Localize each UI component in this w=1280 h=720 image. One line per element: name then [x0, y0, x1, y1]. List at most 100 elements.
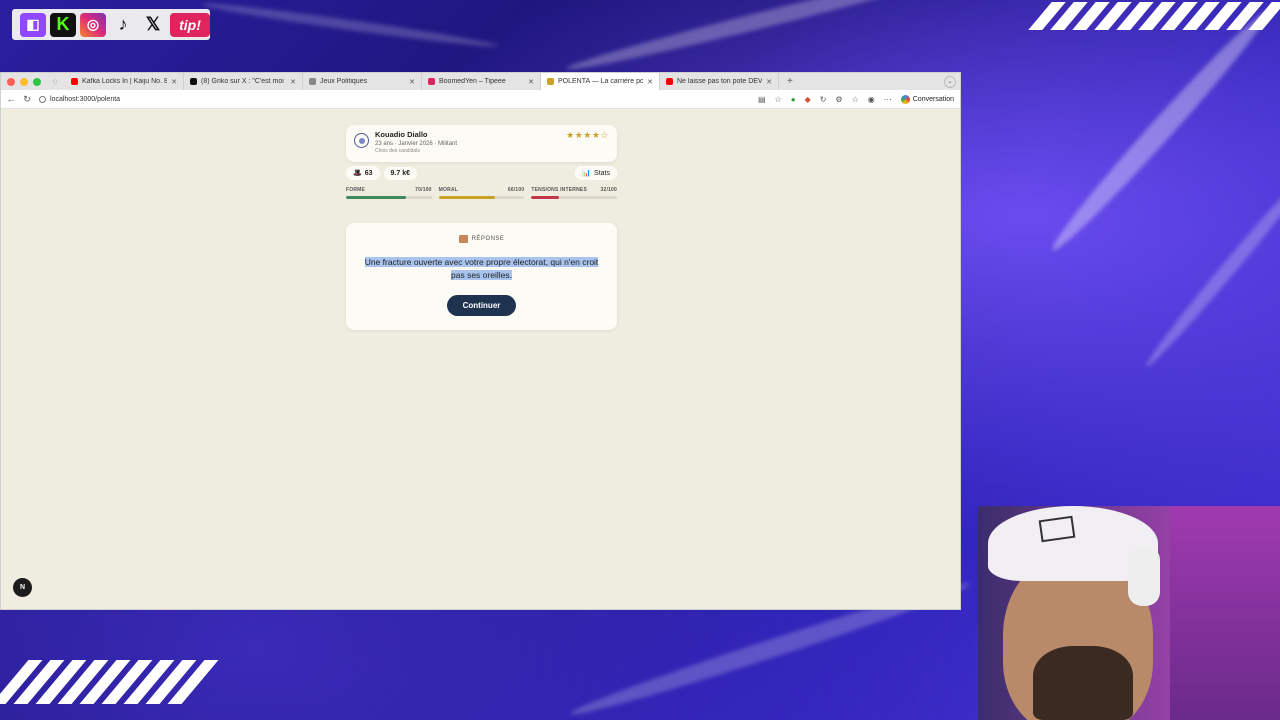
gauge-label: FORME: [346, 187, 366, 193]
gauge-track: [346, 196, 432, 199]
gauge-fill: [531, 196, 559, 199]
gauge-label: MORAL: [438, 187, 459, 193]
candidate-avatar: [354, 133, 369, 148]
gauge: TENSIONS INTERNES 32/100: [531, 187, 618, 199]
webcam-feed: [978, 506, 1280, 720]
star-rating: ★★★★☆: [566, 130, 609, 140]
bar-chart-icon: 📊: [582, 170, 592, 177]
more-menu-icon[interactable]: ⋯: [884, 95, 892, 104]
tab-favicon-icon: [71, 78, 78, 85]
back-arrow-icon[interactable]: ←: [5, 94, 17, 104]
candidate-subtitle: Choix des candidats: [375, 148, 421, 154]
stats-label: Stats: [594, 169, 610, 177]
hat-value: 63: [364, 169, 373, 177]
tab-favicon-icon: [666, 78, 673, 85]
tab-title: (8) Griko sur X : "C'est moi ou le: [201, 78, 286, 85]
headset: [1128, 546, 1160, 606]
close-tab-icon[interactable]: ✕: [290, 78, 296, 86]
browser-tab[interactable]: BoomedYen – Tipeee ✕: [422, 73, 541, 90]
background-streak: [200, 0, 500, 51]
social-bar: ◧ K ◎ ♪ 𝕏 tip!: [12, 9, 210, 40]
response-text: Une fracture ouverte avec votre propre é…: [360, 256, 604, 282]
nextjs-dev-badge[interactable]: N: [13, 578, 32, 597]
url-text[interactable]: localhost:3000/polenta: [50, 96, 120, 103]
gauge-fill: [346, 196, 406, 199]
tab-favicon-icon: [309, 78, 316, 85]
close-tab-icon[interactable]: ✕: [766, 78, 772, 86]
browser-tab[interactable]: (8) Griko sur X : "C'est moi ou le ✕: [184, 73, 303, 90]
top-hat-icon: 🎩: [353, 170, 362, 177]
close-tab-icon[interactable]: ✕: [647, 78, 653, 86]
extension-icon[interactable]: ●: [791, 95, 796, 104]
gauge-label-row: TENSIONS INTERNES 32/100: [531, 187, 617, 193]
money-value: 9.7 k€: [390, 169, 410, 177]
browser-toolbar: ← ↻ localhost:3000/polenta ▤ ☆ ● ◆ ↻ ⚙ ☆…: [1, 90, 960, 109]
tab-favicon-icon: [428, 78, 435, 85]
streamer-beard: [1033, 646, 1133, 720]
cap-logo: [1038, 515, 1076, 543]
gauge-value: 70/100: [415, 187, 432, 193]
bookmark-star-icon[interactable]: ☆: [775, 95, 782, 104]
gauges: FORME 70/100 MORAL 66/100 TENSIONS INTERNES 3…: [346, 187, 618, 199]
extensions-puzzle-icon[interactable]: ⚙: [835, 95, 842, 104]
browser-tab[interactable]: POLENTA — La carrière politique✕: [541, 73, 660, 90]
gauge-fill: [438, 196, 496, 199]
favorites-icon[interactable]: ☆: [852, 95, 859, 104]
candidate-meta: 23 ans · Janvier 2026 · Militant: [375, 141, 458, 147]
browser-tab[interactable]: Jeux Politiques ✕: [303, 73, 422, 90]
new-tab-button[interactable]: +: [779, 76, 801, 87]
tab-title: Kafka Locks In | Kaiju No. 8 - Yo: [82, 78, 167, 85]
tab-title: POLENTA — La carrière politique: [558, 78, 644, 85]
browser-tab[interactable]: Kafka Locks In | Kaiju No. 8 - Yo ✕: [65, 73, 184, 90]
profile-avatar-icon[interactable]: ◉: [868, 95, 875, 104]
response-text-content: Une fracture ouverte avec votre propre é…: [364, 257, 599, 280]
reader-mode-icon[interactable]: ▤: [758, 95, 766, 104]
conversation-button[interactable]: Conversation: [900, 94, 954, 104]
continue-button[interactable]: Continuer: [446, 295, 517, 316]
toolbar-icons: ▤ ☆ ● ◆ ↻ ⚙ ☆ ◉ ⋯ Conversation: [758, 94, 954, 104]
response-icon: [458, 235, 468, 243]
gauge-track: [438, 196, 525, 199]
minimize-window-button[interactable]: [20, 77, 28, 86]
candidate-name: Kouadio Diallo: [375, 130, 428, 139]
browser-window: ◌ Kafka Locks In | Kaiju No. 8 - Yo✕(8) …: [0, 72, 961, 610]
stripes-decoration: [0, 660, 219, 704]
gauge-label: TENSIONS INTERNES: [531, 187, 587, 193]
reload-icon[interactable]: ↻: [21, 94, 33, 105]
site-info-icon[interactable]: [39, 95, 46, 103]
page-content: Kouadio Diallo 23 ans · Janvier 2026 · M…: [1, 109, 960, 609]
money-pill: 9.7 k€: [383, 166, 417, 180]
conversation-label: Conversation: [912, 95, 954, 103]
kick-icon: K: [50, 12, 76, 37]
tab-favicon-icon: [190, 78, 197, 85]
extension-icon[interactable]: ◆: [805, 95, 811, 104]
stats-row: 🎩 63 9.7 k€ 📊 Stats: [346, 165, 617, 181]
gauge: MORAL 66/100: [438, 187, 525, 199]
maximize-window-button[interactable]: [33, 77, 41, 86]
chevron-down-icon[interactable]: ⌄: [944, 75, 956, 88]
tab-bar: ◌ Kafka Locks In | Kaiju No. 8 - Yo✕(8) …: [1, 73, 960, 90]
close-tab-icon[interactable]: ✕: [171, 78, 177, 86]
close-window-button[interactable]: [7, 77, 15, 86]
tab-search-icon[interactable]: ◌: [49, 77, 61, 86]
gauge-track: [531, 196, 618, 199]
refresh-extension-icon[interactable]: ↻: [820, 95, 827, 104]
window-controls: [1, 77, 49, 86]
tip-logo: tip!: [170, 12, 210, 37]
stats-button[interactable]: 📊 Stats: [575, 166, 617, 180]
twitch-icon: ◧: [20, 12, 46, 37]
background-streak: [1141, 162, 1280, 372]
close-tab-icon[interactable]: ✕: [528, 78, 534, 86]
webcam-background: [1170, 506, 1280, 720]
gauge-value: 66/100: [507, 187, 525, 193]
tab-favicon-icon: [547, 78, 554, 85]
browser-tab[interactable]: Ne laisse pas ton pote DEVENIR✕: [660, 73, 779, 90]
candidate-card: Kouadio Diallo 23 ans · Janvier 2026 · M…: [346, 125, 617, 162]
address-bar[interactable]: localhost:3000/polenta: [39, 95, 758, 103]
gauge-value: 32/100: [600, 187, 618, 193]
response-heading-label: RÉPONSE: [471, 236, 505, 242]
hat-stat-pill: 🎩 63: [346, 166, 380, 180]
gauge: FORME 70/100: [346, 187, 432, 199]
tab-title: Jeux Politiques: [320, 78, 368, 85]
close-tab-icon[interactable]: ✕: [409, 78, 415, 86]
